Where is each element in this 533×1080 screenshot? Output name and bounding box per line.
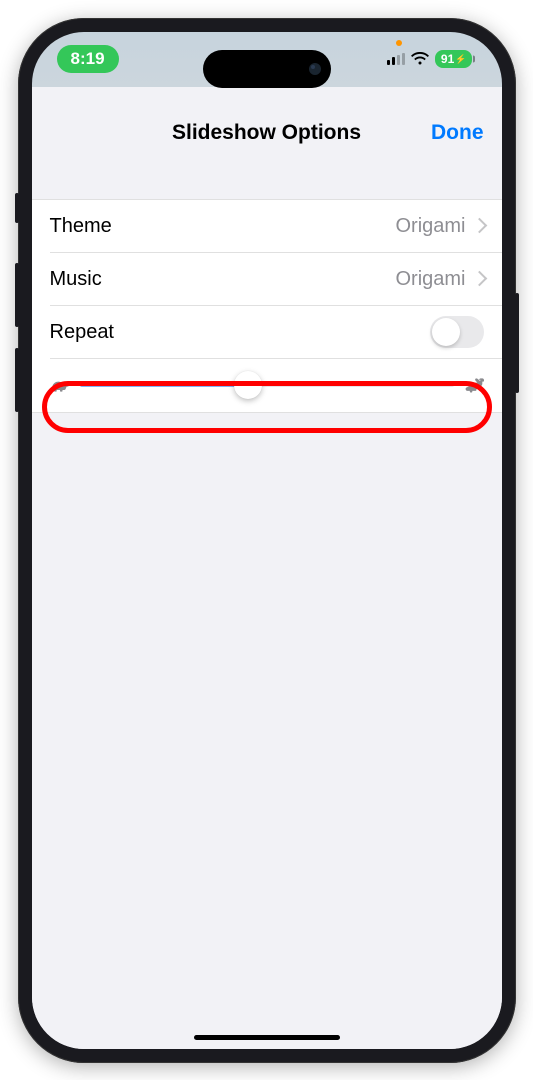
screen: 8:19 91⚡	[32, 32, 502, 1049]
music-row[interactable]: Music Origami	[32, 253, 502, 306]
row-label: Repeat	[50, 321, 430, 344]
slider-track	[80, 383, 454, 387]
time-pill[interactable]: 8:19	[57, 45, 119, 73]
volume-down-button	[15, 348, 19, 412]
slider-fill	[80, 383, 248, 387]
status-icons: 91⚡	[387, 50, 472, 68]
charging-bolt-icon: ⚡	[455, 54, 466, 65]
battery-percent: 91	[441, 52, 454, 66]
chevron-right-icon	[476, 219, 484, 233]
repeat-row: Repeat	[32, 306, 502, 359]
chevron-right-icon	[476, 272, 484, 286]
volume-up-button	[15, 263, 19, 327]
row-label: Theme	[50, 215, 396, 238]
page-title: Slideshow Options	[50, 121, 484, 145]
rabbit-icon	[464, 375, 484, 395]
microphone-indicator-icon	[396, 40, 402, 46]
header: Slideshow Options Done	[32, 87, 502, 199]
status-time: 8:19	[71, 49, 105, 69]
row-value: Origami	[395, 268, 465, 291]
row-value: Origami	[395, 215, 465, 238]
speed-slider[interactable]	[80, 370, 454, 400]
power-button	[515, 293, 519, 393]
theme-row[interactable]: Theme Origami	[32, 200, 502, 253]
camera-icon	[309, 63, 321, 75]
content-background	[32, 413, 502, 1049]
dynamic-island	[203, 50, 331, 88]
turtle-icon	[50, 375, 70, 395]
mute-switch	[15, 193, 19, 223]
wifi-icon	[411, 52, 429, 66]
slider-thumb[interactable]	[234, 371, 262, 399]
options-list: Theme Origami Music Origami Repeat	[32, 199, 502, 413]
done-button[interactable]: Done	[431, 121, 484, 145]
phone-frame: 8:19 91⚡	[18, 18, 516, 1063]
repeat-toggle[interactable]	[430, 316, 484, 348]
battery-icon: 91⚡	[435, 50, 472, 68]
speed-slider-row	[32, 359, 502, 412]
home-indicator[interactable]	[194, 1035, 340, 1040]
row-label: Music	[50, 268, 396, 291]
cellular-icon	[387, 53, 405, 65]
toggle-knob	[432, 318, 460, 346]
